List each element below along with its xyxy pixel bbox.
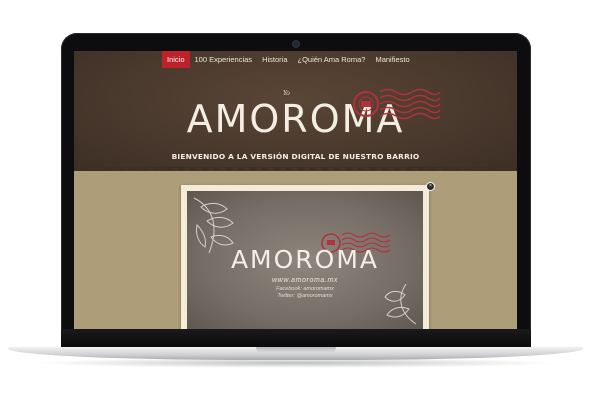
postcard-logo: AMOROMA (230, 245, 380, 274)
nav-item-quien-ama-roma[interactable]: ¿Quién Ama Roma? (293, 51, 371, 68)
hero-banner: Inicio 100 Experiencias Historia ¿Quién … (74, 51, 517, 171)
laptop-chin (61, 329, 531, 347)
camera-icon (293, 41, 299, 47)
site-logo[interactable]: AMOROMA (74, 97, 517, 141)
nav-item-historia[interactable]: Historia (257, 51, 292, 68)
nav-item-inicio[interactable]: Inicio (162, 51, 190, 68)
main-nav: Inicio 100 Experiencias Historia ¿Quién … (162, 51, 415, 68)
postmark-stamp-icon (353, 88, 441, 120)
postcard-facebook[interactable]: Facebook: amoromamx (187, 286, 423, 292)
logo-pre-title: Yo (283, 89, 290, 97)
close-icon[interactable]: × (426, 182, 435, 191)
nav-item-experiencias[interactable]: 100 Experiencias (190, 51, 258, 68)
hero-tagline: BIENVENIDO A LA VERSIÓN DIGITAL DE NUEST… (171, 152, 420, 161)
postcard[interactable]: AMOROMA www.amoroma.mx Facebook: amoroma… (187, 191, 423, 329)
laptop-notch (256, 347, 336, 353)
nav-item-manifiesto[interactable]: Manifiesto (370, 51, 414, 68)
laptop-screen: Inicio 100 Experiencias Historia ¿Quién … (74, 51, 517, 329)
postcard-twitter[interactable]: Twitter: @amoromamx (187, 293, 423, 299)
postcard-url[interactable]: www.amoroma.mx (187, 277, 423, 284)
